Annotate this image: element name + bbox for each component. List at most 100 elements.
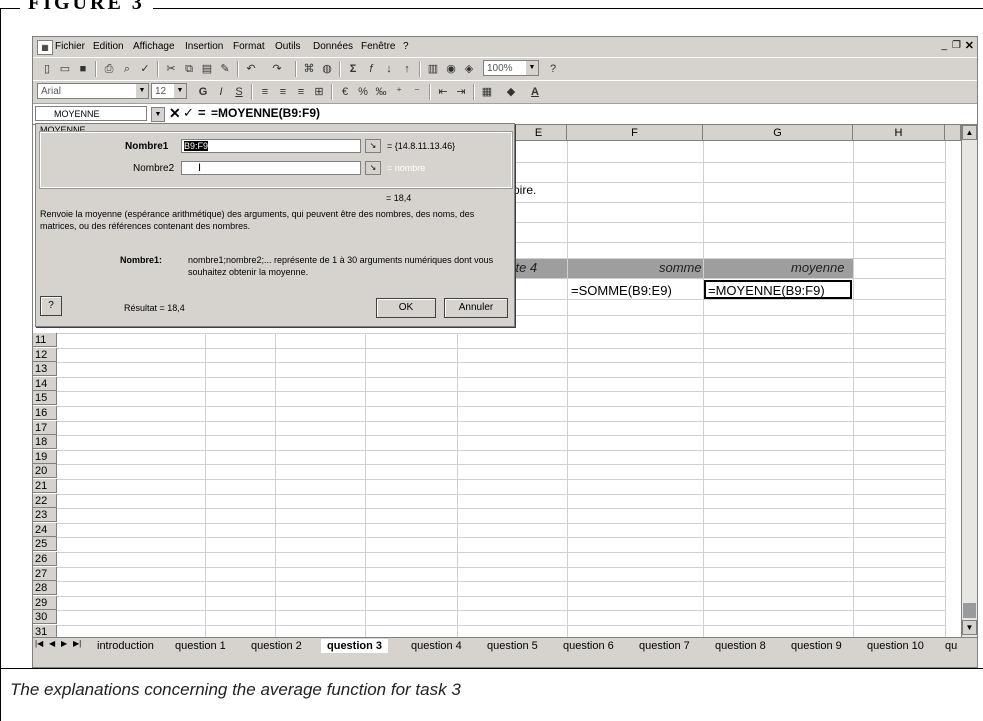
hyperlink-icon[interactable]: ⌘ [301, 61, 317, 77]
underline-button[interactable]: S [231, 84, 247, 100]
spelling-icon[interactable]: ✓ [137, 61, 153, 77]
fill-color-icon[interactable]: ◆ [503, 84, 519, 100]
sort-desc-icon[interactable]: ↑ [399, 61, 415, 77]
first-sheet-icon[interactable]: |◀ [35, 639, 43, 648]
menu-format[interactable]: Format [233, 41, 265, 52]
next-sheet-icon[interactable]: ▶ [61, 639, 67, 648]
percent-icon[interactable]: % [355, 84, 371, 100]
active-cell-g9[interactable]: =MOYENNE(B9:F9) [704, 280, 852, 299]
increase-indent-icon[interactable]: ⇥ [453, 84, 469, 100]
menu-donnees[interactable]: Données [313, 41, 353, 52]
column-header-h[interactable]: H [853, 125, 945, 141]
menu-fichier[interactable]: Fichier [55, 41, 85, 52]
tab-question-6[interactable]: question 6 [557, 639, 620, 653]
restore-icon[interactable]: ❐ [952, 40, 961, 51]
tab-question-more[interactable]: qu [939, 639, 963, 653]
menu-outils[interactable]: Outils [275, 41, 301, 52]
last-sheet-icon[interactable]: ▶| [73, 639, 81, 648]
row-header[interactable]: 15 [33, 391, 57, 406]
ok-button[interactable]: OK [376, 298, 436, 318]
menu-affichage[interactable]: Affichage [133, 41, 175, 52]
chevron-down-icon[interactable]: ▼ [526, 61, 538, 75]
web-icon[interactable]: ◍ [319, 61, 335, 77]
chevron-down-icon[interactable]: ▼ [174, 84, 186, 98]
excel-app-icon[interactable]: ▦ [37, 40, 53, 55]
scroll-up-icon[interactable]: ▲ [962, 125, 977, 140]
font-size-select[interactable]: 12 ▼ [151, 83, 187, 99]
prev-sheet-icon[interactable]: ◀ [49, 639, 55, 648]
drawing-icon[interactable]: ◈ [461, 61, 477, 77]
font-name-select[interactable]: Arial ▼ [37, 83, 149, 99]
sort-asc-icon[interactable]: ↓ [381, 61, 397, 77]
vertical-scrollbar[interactable]: ▲ ▼ [961, 125, 977, 637]
minimize-icon[interactable]: _ [941, 40, 947, 51]
preview-icon[interactable]: ⌕ [119, 61, 135, 77]
print-icon[interactable]: ⎙ [101, 61, 117, 77]
menu-help[interactable]: ? [403, 41, 409, 52]
zoom-select[interactable]: 100% ▼ [483, 60, 539, 76]
bold-button[interactable]: G [195, 84, 211, 100]
tab-question-10[interactable]: question 10 [861, 639, 930, 653]
increase-decimal-icon[interactable]: ⁺ [391, 84, 407, 100]
thousands-icon[interactable]: ‰ [373, 84, 389, 100]
new-icon[interactable]: ▯ [39, 61, 55, 77]
close-icon[interactable]: ✕ [965, 39, 974, 52]
function-wizard-icon[interactable]: f [363, 61, 379, 77]
tab-question-2[interactable]: question 2 [245, 639, 308, 653]
column-header-e[interactable]: E [511, 125, 567, 141]
row-header[interactable]: 17 [33, 420, 57, 435]
help-button[interactable]: ? [40, 296, 62, 316]
paste-icon[interactable]: ▤ [199, 61, 215, 77]
column-header-i[interactable] [945, 125, 961, 141]
formula-text[interactable]: =MOYENNE(B9:F9) [211, 106, 320, 120]
row-header[interactable]: 20 [33, 464, 57, 479]
row-header[interactable]: 13 [33, 362, 57, 377]
row-header[interactable]: 16 [33, 406, 57, 420]
row-header[interactable]: 19 [33, 449, 57, 464]
undo-icon[interactable]: ↶ [243, 61, 259, 77]
cancel-button[interactable]: Annuler [444, 298, 508, 318]
merge-center-icon[interactable]: ⊞ [311, 84, 327, 100]
align-center-icon[interactable]: ≡ [275, 84, 291, 100]
decrease-indent-icon[interactable]: ⇤ [435, 84, 451, 100]
redo-icon[interactable]: ↷ [269, 61, 285, 77]
tab-question-1[interactable]: question 1 [169, 639, 232, 653]
menu-fenetre[interactable]: Fenêtre [361, 41, 395, 52]
row-header[interactable]: 21 [33, 479, 57, 493]
tab-question-8[interactable]: question 8 [709, 639, 772, 653]
name-box[interactable]: MOYENNE [35, 106, 147, 121]
tab-question-5[interactable]: question 5 [481, 639, 544, 653]
borders-icon[interactable]: ▦ [479, 84, 495, 100]
row-header[interactable]: 29 [33, 595, 57, 610]
row-header[interactable]: 12 [33, 347, 57, 362]
copy-icon[interactable]: ⧉ [181, 61, 197, 77]
row-header[interactable]: 30 [33, 610, 57, 625]
cell-f9-formula[interactable]: =SOMME(B9:E9) [571, 283, 672, 298]
align-right-icon[interactable]: ≡ [293, 84, 309, 100]
autosum-icon[interactable]: Σ [345, 61, 361, 77]
row-header[interactable]: 24 [33, 522, 57, 537]
save-icon[interactable]: ■ [75, 61, 91, 77]
collapse-dialog-icon[interactable]: ↘ [365, 161, 381, 175]
align-left-icon[interactable]: ≡ [257, 84, 273, 100]
menu-insertion[interactable]: Insertion [185, 41, 223, 52]
confirm-formula-icon[interactable]: ✓ [183, 105, 194, 121]
currency-icon[interactable]: € [337, 84, 353, 100]
row-header[interactable]: 25 [33, 537, 57, 552]
tab-question-9[interactable]: question 9 [785, 639, 848, 653]
tab-question-4[interactable]: question 4 [405, 639, 468, 653]
format-painter-icon[interactable]: ✎ [217, 61, 233, 77]
equals-icon[interactable]: = [198, 105, 206, 120]
cut-icon[interactable]: ✂ [163, 61, 179, 77]
menu-edition[interactable]: Edition [93, 41, 124, 52]
chevron-down-icon[interactable]: ▼ [136, 84, 148, 98]
office-assistant-icon[interactable]: ? [545, 61, 561, 77]
tab-question-7[interactable]: question 7 [633, 639, 696, 653]
row-header[interactable]: 14 [33, 376, 57, 391]
arg1-input[interactable]: B9:F9 [181, 139, 361, 153]
row-header[interactable]: 27 [33, 566, 57, 581]
row-header[interactable]: 22 [33, 493, 57, 508]
row-header[interactable]: 26 [33, 552, 57, 566]
cancel-formula-icon[interactable]: ✕ [169, 105, 181, 122]
row-header[interactable]: 23 [33, 508, 57, 523]
